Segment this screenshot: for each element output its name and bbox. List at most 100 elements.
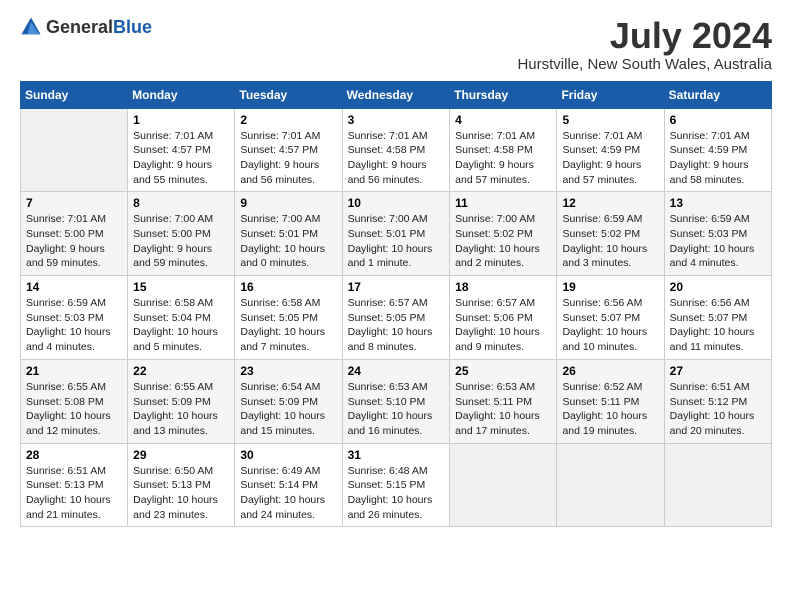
day-number: 24 [348, 364, 445, 378]
day-number: 15 [133, 280, 229, 294]
day-number: 29 [133, 448, 229, 462]
calendar-cell: 12 Sunrise: 6:59 AMSunset: 5:02 PMDayligh… [557, 192, 664, 276]
calendar-cell: 13 Sunrise: 6:59 AMSunset: 5:03 PMDayligh… [664, 192, 771, 276]
day-info: Sunrise: 6:55 AMSunset: 5:09 PMDaylight:… [133, 380, 229, 439]
header-cell-wednesday: Wednesday [342, 81, 450, 108]
calendar-cell: 30Sunrise: 6:49 AMSunset: 5:14 PMDayligh… [235, 443, 342, 527]
day-number: 23 [240, 364, 336, 378]
day-info: Sunrise: 6:57 AMSunset: 5:06 PMDaylight:… [455, 296, 551, 355]
calendar-week-5: 28 Sunrise: 6:51 AMSunset: 5:13 PMDayligh… [21, 443, 772, 527]
calendar-cell: 6 Sunrise: 7:01 AMSunset: 4:59 PMDaylight… [664, 108, 771, 192]
calendar-cell: 20 Sunrise: 6:56 AMSunset: 5:07 PMDayligh… [664, 276, 771, 360]
calendar-cell: 1Sunrise: 7:01 AMSunset: 4:57 PMDaylight… [128, 108, 235, 192]
calendar-cell [557, 443, 664, 527]
day-number: 25 [455, 364, 551, 378]
calendar-cell: 21 Sunrise: 6:55 AMSunset: 5:08 PMDayligh… [21, 359, 128, 443]
calendar-cell: 28 Sunrise: 6:51 AMSunset: 5:13 PMDayligh… [21, 443, 128, 527]
day-info: Sunrise: 6:56 AMSunset: 5:07 PMDaylight:… [562, 296, 658, 355]
day-info: Sunrise: 6:58 AMSunset: 5:05 PMDaylight:… [240, 296, 336, 355]
calendar-cell [450, 443, 557, 527]
day-info: Sunrise: 7:01 AMSunset: 4:57 PMDaylight:… [133, 129, 229, 188]
calendar-cell: 18 Sunrise: 6:57 AMSunset: 5:06 PMDayligh… [450, 276, 557, 360]
day-number: 2 [240, 113, 336, 127]
logo-general-text: General [46, 17, 113, 37]
logo-icon [20, 16, 42, 38]
day-number: 26 [562, 364, 658, 378]
day-info: Sunrise: 6:59 AMSunset: 5:02 PMDaylight:… [562, 212, 658, 271]
day-number: 3 [348, 113, 445, 127]
calendar-cell: 22 Sunrise: 6:55 AMSunset: 5:09 PMDayligh… [128, 359, 235, 443]
calendar-cell: 4 Sunrise: 7:01 AMSunset: 4:58 PMDaylight… [450, 108, 557, 192]
day-info: Sunrise: 7:01 AMSunset: 4:58 PMDaylight:… [348, 129, 445, 188]
calendar-cell: 27 Sunrise: 6:51 AMSunset: 5:12 PMDayligh… [664, 359, 771, 443]
day-number: 20 [670, 280, 766, 294]
day-number: 14 [26, 280, 122, 294]
day-info: Sunrise: 6:53 AMSunset: 5:10 PMDaylight:… [348, 380, 445, 439]
day-number: 13 [670, 196, 766, 210]
calendar-cell: 31Sunrise: 6:48 AMSunset: 5:15 PMDayligh… [342, 443, 450, 527]
day-number: 16 [240, 280, 336, 294]
calendar-week-3: 14 Sunrise: 6:59 AMSunset: 5:03 PMDayligh… [21, 276, 772, 360]
calendar-cell: 14 Sunrise: 6:59 AMSunset: 5:03 PMDayligh… [21, 276, 128, 360]
day-info: Sunrise: 7:00 AMSunset: 5:01 PMDaylight:… [348, 212, 445, 271]
day-number: 30 [240, 448, 336, 462]
day-number: 18 [455, 280, 551, 294]
day-number: 4 [455, 113, 551, 127]
day-info: Sunrise: 7:00 AMSunset: 5:02 PMDaylight:… [455, 212, 551, 271]
calendar-cell: 23 Sunrise: 6:54 AMSunset: 5:09 PMDayligh… [235, 359, 342, 443]
day-number: 5 [562, 113, 658, 127]
day-info: Sunrise: 6:55 AMSunset: 5:08 PMDaylight:… [26, 380, 122, 439]
day-number: 17 [348, 280, 445, 294]
day-info: Sunrise: 7:01 AMSunset: 4:58 PMDaylight:… [455, 129, 551, 188]
day-number: 28 [26, 448, 122, 462]
day-info: Sunrise: 7:01 AMSunset: 5:00 PMDaylight:… [26, 212, 122, 271]
day-info: Sunrise: 6:54 AMSunset: 5:09 PMDaylight:… [240, 380, 336, 439]
calendar-cell: 8 Sunrise: 7:00 AMSunset: 5:00 PMDaylight… [128, 192, 235, 276]
calendar-cell: 25 Sunrise: 6:53 AMSunset: 5:11 PMDayligh… [450, 359, 557, 443]
main-title: July 2024 [517, 16, 772, 56]
day-info: Sunrise: 7:01 AMSunset: 4:59 PMDaylight:… [670, 129, 766, 188]
calendar-cell: 16 Sunrise: 6:58 AMSunset: 5:05 PMDayligh… [235, 276, 342, 360]
day-info: Sunrise: 6:51 AMSunset: 5:13 PMDaylight:… [26, 464, 122, 523]
day-info: Sunrise: 7:01 AMSunset: 4:57 PMDaylight:… [240, 129, 336, 188]
day-number: 22 [133, 364, 229, 378]
day-info: Sunrise: 7:00 AMSunset: 5:00 PMDaylight:… [133, 212, 229, 271]
day-info: Sunrise: 6:51 AMSunset: 5:12 PMDaylight:… [670, 380, 766, 439]
day-info: Sunrise: 6:56 AMSunset: 5:07 PMDaylight:… [670, 296, 766, 355]
calendar-cell: 11 Sunrise: 7:00 AMSunset: 5:02 PMDayligh… [450, 192, 557, 276]
day-number: 21 [26, 364, 122, 378]
calendar-week-4: 21 Sunrise: 6:55 AMSunset: 5:08 PMDayligh… [21, 359, 772, 443]
calendar-cell: 26 Sunrise: 6:52 AMSunset: 5:11 PMDayligh… [557, 359, 664, 443]
day-number: 6 [670, 113, 766, 127]
calendar-cell: 9Sunrise: 7:00 AMSunset: 5:01 PMDaylight… [235, 192, 342, 276]
day-info: Sunrise: 6:59 AMSunset: 5:03 PMDaylight:… [26, 296, 122, 355]
day-number: 11 [455, 196, 551, 210]
day-info: Sunrise: 6:50 AMSunset: 5:13 PMDaylight:… [133, 464, 229, 523]
day-number: 27 [670, 364, 766, 378]
day-info: Sunrise: 6:48 AMSunset: 5:15 PMDaylight:… [348, 464, 445, 523]
calendar-body: 1Sunrise: 7:01 AMSunset: 4:57 PMDaylight… [21, 108, 772, 527]
day-info: Sunrise: 7:01 AMSunset: 4:59 PMDaylight:… [562, 129, 658, 188]
header-row: SundayMondayTuesdayWednesdayThursdayFrid… [21, 81, 772, 108]
calendar-cell [21, 108, 128, 192]
calendar-cell: 29 Sunrise: 6:50 AMSunset: 5:13 PMDayligh… [128, 443, 235, 527]
calendar-cell: 7Sunrise: 7:01 AMSunset: 5:00 PMDaylight… [21, 192, 128, 276]
day-number: 8 [133, 196, 229, 210]
day-info: Sunrise: 6:53 AMSunset: 5:11 PMDaylight:… [455, 380, 551, 439]
day-number: 12 [562, 196, 658, 210]
calendar-cell: 17Sunrise: 6:57 AMSunset: 5:05 PMDayligh… [342, 276, 450, 360]
day-info: Sunrise: 6:58 AMSunset: 5:04 PMDaylight:… [133, 296, 229, 355]
logo: GeneralBlue [20, 16, 152, 38]
header-cell-friday: Friday [557, 81, 664, 108]
calendar-cell: 24 Sunrise: 6:53 AMSunset: 5:10 PMDayligh… [342, 359, 450, 443]
header-cell-monday: Monday [128, 81, 235, 108]
calendar-cell [664, 443, 771, 527]
calendar-cell: 10Sunrise: 7:00 AMSunset: 5:01 PMDayligh… [342, 192, 450, 276]
calendar-cell: 15 Sunrise: 6:58 AMSunset: 5:04 PMDayligh… [128, 276, 235, 360]
header-cell-thursday: Thursday [450, 81, 557, 108]
calendar-cell: 5 Sunrise: 7:01 AMSunset: 4:59 PMDaylight… [557, 108, 664, 192]
day-info: Sunrise: 6:59 AMSunset: 5:03 PMDaylight:… [670, 212, 766, 271]
calendar-cell: 2 Sunrise: 7:01 AMSunset: 4:57 PMDaylight… [235, 108, 342, 192]
header-cell-saturday: Saturday [664, 81, 771, 108]
day-info: Sunrise: 6:52 AMSunset: 5:11 PMDaylight:… [562, 380, 658, 439]
